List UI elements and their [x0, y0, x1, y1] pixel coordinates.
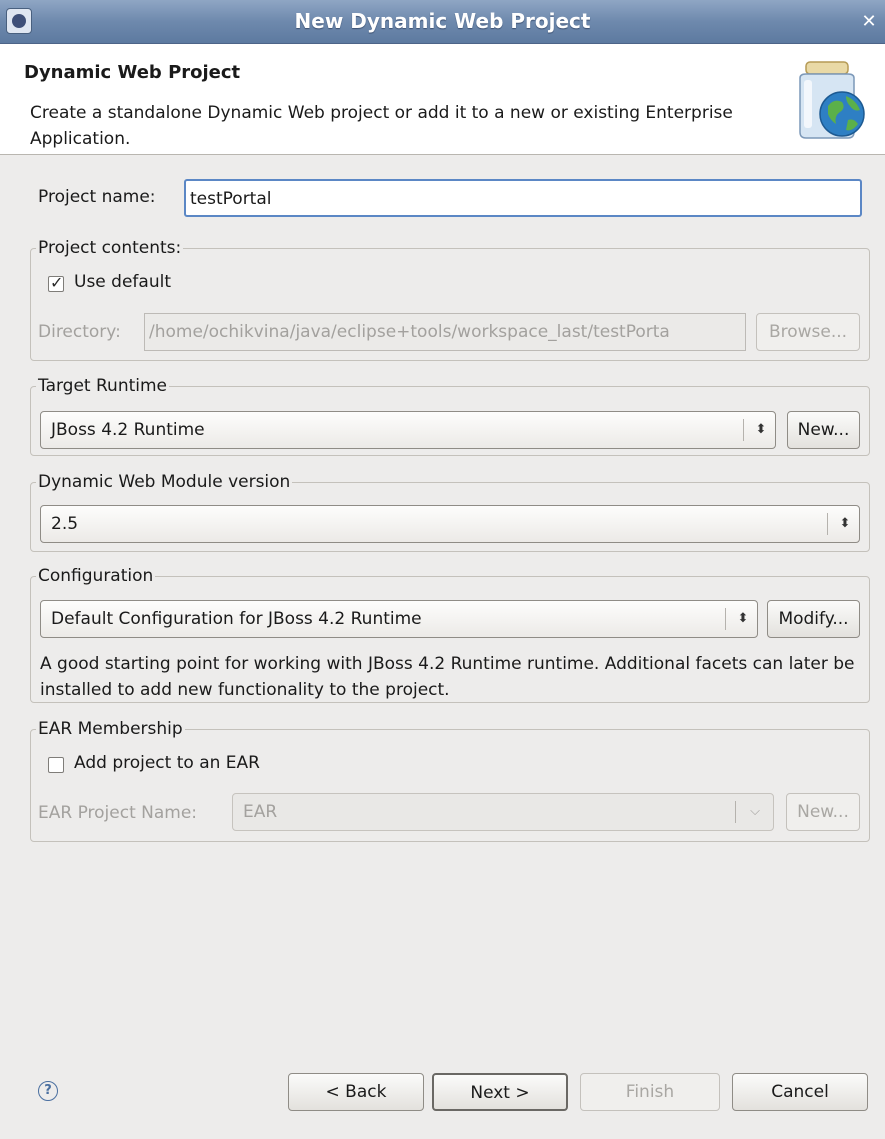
updown-arrow-icon: ⬍	[755, 422, 767, 437]
new-ear-button[interactable]: New...	[786, 793, 860, 831]
browse-button[interactable]: Browse...	[756, 313, 860, 351]
configuration-label: Configuration	[36, 566, 156, 586]
configuration-select[interactable]: Default Configuration for JBoss 4.2 Runt…	[40, 600, 758, 638]
directory-label: Directory:	[38, 322, 121, 342]
close-icon[interactable]: ✕	[857, 10, 881, 34]
target-runtime-value: JBoss 4.2 Runtime	[51, 420, 205, 440]
ear-project-name-select[interactable]: EAR ⌵	[232, 793, 774, 831]
add-to-ear-checkbox[interactable]	[48, 757, 64, 773]
target-runtime-label: Target Runtime	[36, 376, 170, 396]
updown-arrow-icon: ⬍	[839, 516, 851, 531]
new-runtime-button[interactable]: New...	[787, 411, 860, 449]
wizard-title: Dynamic Web Project	[24, 62, 241, 83]
project-contents-label: Project contents:	[36, 238, 184, 258]
ear-membership-label: EAR Membership	[36, 719, 185, 739]
help-icon[interactable]: ?	[38, 1081, 58, 1101]
updown-arrow-icon: ⬍	[737, 611, 749, 626]
configuration-value: Default Configuration for JBoss 4.2 Runt…	[51, 609, 422, 629]
ear-project-name-label: EAR Project Name:	[38, 803, 198, 823]
finish-button[interactable]: Finish	[580, 1073, 720, 1111]
next-button[interactable]: Next >	[432, 1073, 568, 1111]
configuration-description: A good starting point for working with J…	[40, 654, 855, 699]
window-title: New Dynamic Web Project	[294, 9, 591, 33]
target-runtime-select[interactable]: JBoss 4.2 Runtime ⬍	[40, 411, 776, 449]
web-project-jar-globe-icon	[799, 61, 865, 139]
ear-project-name-value: EAR	[243, 802, 278, 822]
wizard-header: Dynamic Web Project Create a standalone …	[0, 44, 885, 155]
use-default-label: Use default	[74, 272, 171, 292]
use-default-checkbox[interactable]	[48, 273, 64, 292]
module-version-label: Dynamic Web Module version	[36, 472, 293, 492]
modify-button[interactable]: Modify...	[767, 600, 860, 638]
project-name-input[interactable]: testPortal	[184, 179, 862, 217]
directory-input[interactable]: /home/ochikvina/java/eclipse+tools/works…	[144, 313, 746, 351]
wizard-description: Create a standalone Dynamic Web project …	[30, 103, 733, 149]
project-name-label: Project name:	[38, 187, 156, 207]
chevron-down-icon: ⌵	[750, 804, 760, 819]
module-version-value: 2.5	[51, 514, 79, 534]
cancel-button[interactable]: Cancel	[732, 1073, 868, 1111]
add-to-ear-label: Add project to an EAR	[74, 753, 260, 773]
title-bar: New Dynamic Web Project ✕	[0, 0, 885, 44]
module-version-select[interactable]: 2.5 ⬍	[40, 505, 860, 543]
back-button[interactable]: < Back	[288, 1073, 424, 1111]
